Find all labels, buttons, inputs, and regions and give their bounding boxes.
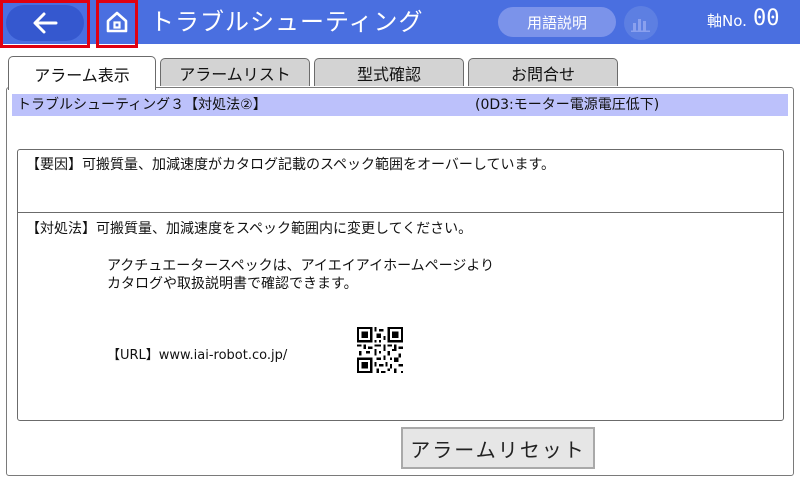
subtitle-bar: トラブルシューティング３【対処法②】 (0D3:モーター電源電圧低下) (12, 94, 788, 116)
tab-inquiry[interactable]: お問合せ (468, 58, 618, 86)
main-panel: トラブルシューティング３【対処法②】 (0D3:モーター電源電圧低下) 【要因】… (6, 87, 794, 476)
highlight-box-back (0, 0, 90, 48)
divider (18, 212, 783, 213)
remedy-text: 【対処法】可搬質量、加減速度をスペック範囲内に変更してください。 (26, 221, 473, 237)
tab-model-check[interactable]: 型式確認 (314, 58, 464, 86)
cause-text: 【要因】可搬質量、加減速度がカタログ記載のスペック範囲をオーバーしています。 (26, 157, 556, 173)
spec-text-line2: カタログや取扱説明書で確認できます。 (107, 276, 358, 292)
tab-alarm-display[interactable]: アラーム表示 (8, 56, 156, 90)
subtitle: トラブルシューティング３【対処法②】 (17, 97, 267, 113)
alarm-code: (0D3:モーター電源電圧低下) (475, 97, 660, 113)
spec-text-line1: アクチュエータースペックは、アイエイアイホームページより (107, 258, 495, 274)
alarm-reset-button[interactable]: アラームリセット (401, 427, 595, 469)
bar-chart-icon (631, 19, 650, 32)
axis-number[interactable]: 00 (753, 6, 780, 31)
content-box: 【要因】可搬質量、加減速度がカタログ記載のスペック範囲をオーバーしています。 【… (17, 149, 784, 421)
tab-bar: アラーム表示 アラームリスト 型式確認 お問合せ (0, 44, 800, 90)
page-title: トラブルシューティング (150, 8, 424, 36)
url-text: 【URL】www.iai-robot.co.jp/ (107, 348, 288, 363)
highlight-box-home (96, 0, 138, 48)
chart-button[interactable] (624, 6, 658, 40)
glossary-button[interactable]: 用語説明 (498, 7, 616, 37)
qr-code-icon (357, 327, 403, 373)
axis-label: 軸No. (707, 12, 747, 30)
tab-alarm-list[interactable]: アラームリスト (160, 58, 310, 86)
